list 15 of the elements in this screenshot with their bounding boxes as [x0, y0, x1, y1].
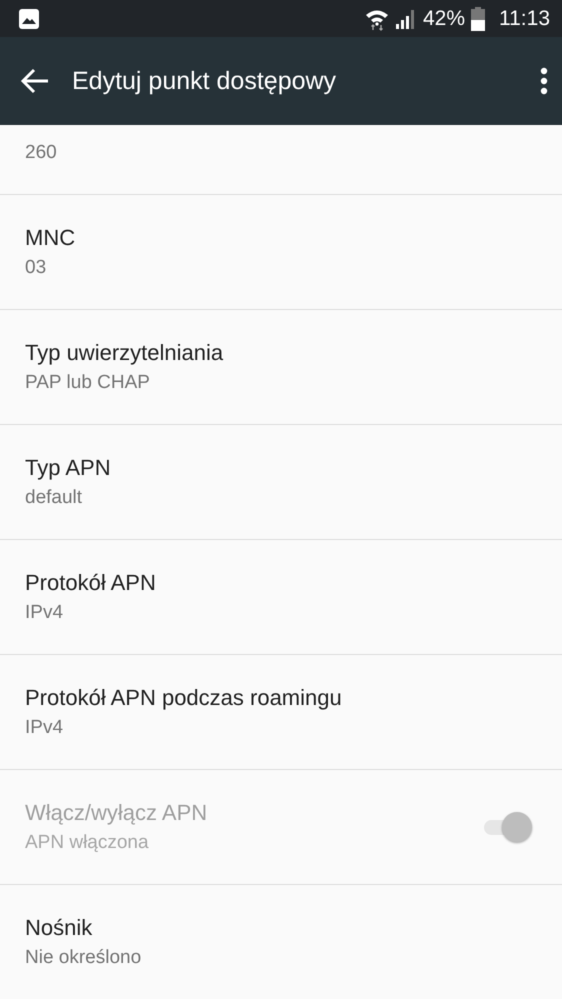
settings-item[interactable]: Typ uwierzytelniania PAP lub CHAP — [0, 310, 562, 425]
settings-item[interactable]: MNC 03 — [0, 195, 562, 310]
settings-item[interactable]: Typ APN default — [0, 425, 562, 540]
settings-item[interactable]: 260 — [0, 125, 562, 195]
signal-icon — [394, 8, 417, 30]
more-options-icon[interactable] — [540, 67, 548, 95]
battery-icon — [471, 6, 485, 30]
battery-percentage: 42% — [422, 6, 465, 30]
settings-item[interactable]: Protokół APN podczas roamingu IPv4 — [0, 655, 562, 770]
back-arrow-icon[interactable] — [20, 68, 50, 94]
image-icon — [18, 8, 40, 30]
screen-title: Edytuj punkt dostępowy — [72, 66, 338, 96]
settings-item[interactable]: Nośnik Nie określono — [0, 885, 562, 999]
clock: 11:13 — [499, 6, 550, 30]
settings-item[interactable]: Protokół APN IPv4 — [0, 540, 562, 655]
